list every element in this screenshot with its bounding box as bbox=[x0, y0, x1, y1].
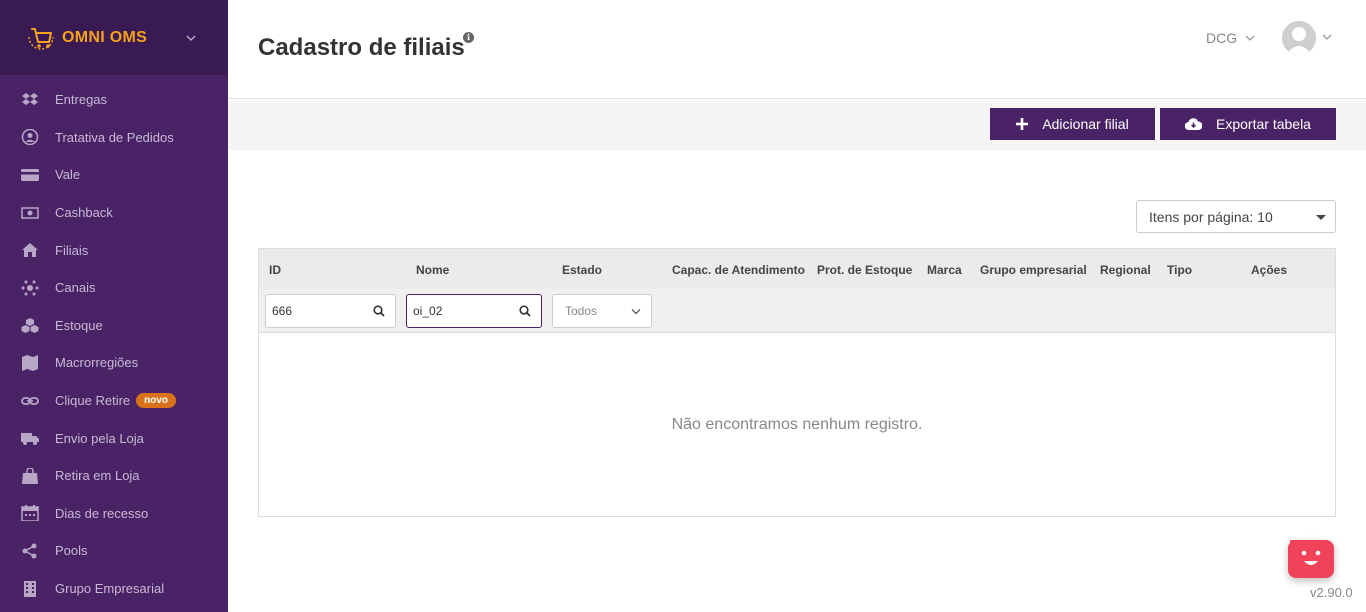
sidebar-nav: Entregas Tratativa de Pedidos Vale Cashb… bbox=[0, 75, 228, 607]
new-badge: novo bbox=[136, 393, 177, 409]
sidebar-item-label: Estoque bbox=[55, 317, 103, 333]
column-header-estado[interactable]: Estado bbox=[562, 263, 602, 277]
shopping-bag-icon bbox=[20, 467, 40, 485]
sidebar-item-entregas[interactable]: Entregas bbox=[0, 81, 228, 119]
column-header-tipo[interactable]: Tipo bbox=[1167, 263, 1192, 277]
org-selector[interactable]: DCG bbox=[1206, 30, 1255, 46]
items-per-page-select[interactable]: Itens por página: 10 bbox=[1136, 200, 1336, 233]
sidebar-item-label: Macrorregiões bbox=[55, 355, 139, 371]
cubes-icon bbox=[20, 316, 40, 334]
column-header-acoes: Ações bbox=[1251, 263, 1288, 277]
estado-filter-value: Todos bbox=[565, 304, 598, 318]
chevron-down-icon bbox=[631, 309, 641, 315]
plus-icon bbox=[1016, 118, 1029, 130]
column-header-capacidade[interactable]: Capac. de Atendimento bbox=[672, 263, 805, 277]
column-header-protecao-estoque[interactable]: Prot. de Estoque bbox=[817, 263, 912, 277]
sidebar-item-label: Filiais bbox=[55, 242, 89, 258]
branches-table: ID Nome Estado Capac. de Atendimento Pro… bbox=[258, 248, 1336, 517]
brand-name: OMNI OMS bbox=[62, 28, 148, 46]
money-icon bbox=[20, 204, 40, 222]
export-table-button[interactable]: Exportar tabela bbox=[1160, 108, 1336, 140]
network-icon bbox=[20, 279, 40, 297]
caret-down-icon bbox=[1316, 215, 1326, 220]
sidebar-item-label: Tratativa de Pedidos bbox=[55, 129, 174, 145]
chat-widget-button[interactable] bbox=[1288, 540, 1334, 578]
column-header-grupo-empresarial[interactable]: Grupo empresarial bbox=[980, 263, 1087, 277]
chevron-down-icon[interactable] bbox=[184, 31, 198, 45]
column-header-marca[interactable]: Marca bbox=[927, 263, 962, 277]
id-filter-value: 666 bbox=[272, 304, 293, 318]
building-icon bbox=[20, 580, 40, 598]
user-avatar-icon bbox=[1282, 21, 1316, 55]
estado-filter-select[interactable]: Todos bbox=[552, 294, 652, 328]
map-icon bbox=[20, 354, 40, 372]
sidebar-item-label: Envio pela Loja bbox=[55, 430, 144, 446]
sidebar-item-retira-em-loja[interactable]: Retira em Loja bbox=[0, 457, 228, 495]
cart-logo-icon bbox=[28, 27, 54, 50]
link-icon bbox=[20, 392, 40, 410]
empty-state-message: Não encontramos nenhum registro. bbox=[671, 416, 923, 433]
sidebar-item-pools[interactable]: Pools bbox=[0, 532, 228, 570]
org-label: DCG bbox=[1206, 30, 1238, 46]
home-icon bbox=[20, 241, 40, 259]
cloud-download-icon bbox=[1185, 118, 1203, 130]
info-icon[interactable]: i bbox=[463, 32, 474, 43]
sidebar-item-canais[interactable]: Canais bbox=[0, 269, 228, 307]
chevron-down-icon[interactable] bbox=[1322, 33, 1332, 41]
sidebar-item-label: Entregas bbox=[55, 92, 108, 108]
sidebar-item-estoque[interactable]: Estoque bbox=[0, 307, 228, 345]
user-circle-icon bbox=[20, 128, 40, 146]
column-header-nome[interactable]: Nome bbox=[416, 263, 449, 277]
dropbox-icon bbox=[20, 91, 40, 109]
filter-row: 666 oi_02 Todos bbox=[259, 289, 1335, 333]
table-header: ID Nome Estado Capac. de Atendimento Pro… bbox=[259, 249, 1335, 289]
column-header-regional[interactable]: Regional bbox=[1100, 263, 1151, 277]
toolbar: Adicionar filial Exportar tabela bbox=[228, 100, 1366, 150]
sidebar-item-vale[interactable]: Vale bbox=[0, 156, 228, 194]
sidebar-item-clique-retire[interactable]: Clique Retire novo bbox=[0, 382, 228, 420]
add-branch-label: Adicionar filial bbox=[1042, 116, 1129, 132]
calendar-icon bbox=[20, 504, 40, 522]
sidebar-item-macrorregioes[interactable]: Macrorregiões bbox=[0, 344, 228, 382]
avatar[interactable] bbox=[1282, 21, 1316, 55]
export-table-label: Exportar tabela bbox=[1216, 116, 1311, 132]
column-header-id[interactable]: ID bbox=[269, 263, 281, 277]
app-version: v2.90.0 bbox=[1310, 585, 1353, 600]
sidebar-item-label: Dias de recesso bbox=[55, 505, 149, 521]
search-icon[interactable] bbox=[373, 305, 385, 317]
sidebar-item-grupo-empresarial[interactable]: Grupo Empresarial bbox=[0, 570, 228, 608]
page-title: Cadastro de filiais bbox=[258, 34, 465, 61]
sidebar-item-envio-pela-loja[interactable]: Envio pela Loja bbox=[0, 419, 228, 457]
search-icon[interactable] bbox=[519, 305, 531, 317]
truck-icon bbox=[20, 429, 40, 447]
sidebar-item-label: Vale bbox=[55, 167, 81, 183]
id-filter-input[interactable]: 666 bbox=[265, 294, 396, 328]
sidebar-item-label: Cashback bbox=[55, 205, 113, 221]
sidebar-item-dias-de-recesso[interactable]: Dias de recesso bbox=[0, 495, 228, 533]
sidebar-item-label: Retira em Loja bbox=[55, 468, 140, 484]
items-per-page-label: Itens por página: 10 bbox=[1149, 208, 1273, 225]
sidebar-item-filiais[interactable]: Filiais bbox=[0, 231, 228, 269]
sidebar-item-label: Canais bbox=[55, 280, 96, 296]
chevron-down-icon bbox=[1245, 35, 1255, 41]
sidebar-item-label: Grupo Empresarial bbox=[55, 581, 165, 597]
page-header: Cadastro de filiais i DCG bbox=[228, 0, 1366, 99]
sidebar-item-label: Pools bbox=[55, 543, 88, 559]
nome-filter-value: oi_02 bbox=[413, 304, 443, 318]
sidebar-item-cashback[interactable]: Cashback bbox=[0, 194, 228, 232]
chat-bot-icon bbox=[1290, 540, 1321, 565]
sidebar: OMNI OMS Entregas Tratativa de Pedidos V… bbox=[0, 0, 228, 612]
brand-header[interactable]: OMNI OMS bbox=[0, 0, 228, 75]
credit-card-icon bbox=[20, 166, 40, 184]
share-icon bbox=[20, 542, 40, 560]
sidebar-item-label: Clique Retire bbox=[55, 393, 131, 409]
sidebar-item-tratativa-de-pedidos[interactable]: Tratativa de Pedidos bbox=[0, 119, 228, 157]
add-branch-button[interactable]: Adicionar filial bbox=[990, 108, 1155, 140]
nome-filter-input[interactable]: oi_02 bbox=[406, 294, 542, 328]
